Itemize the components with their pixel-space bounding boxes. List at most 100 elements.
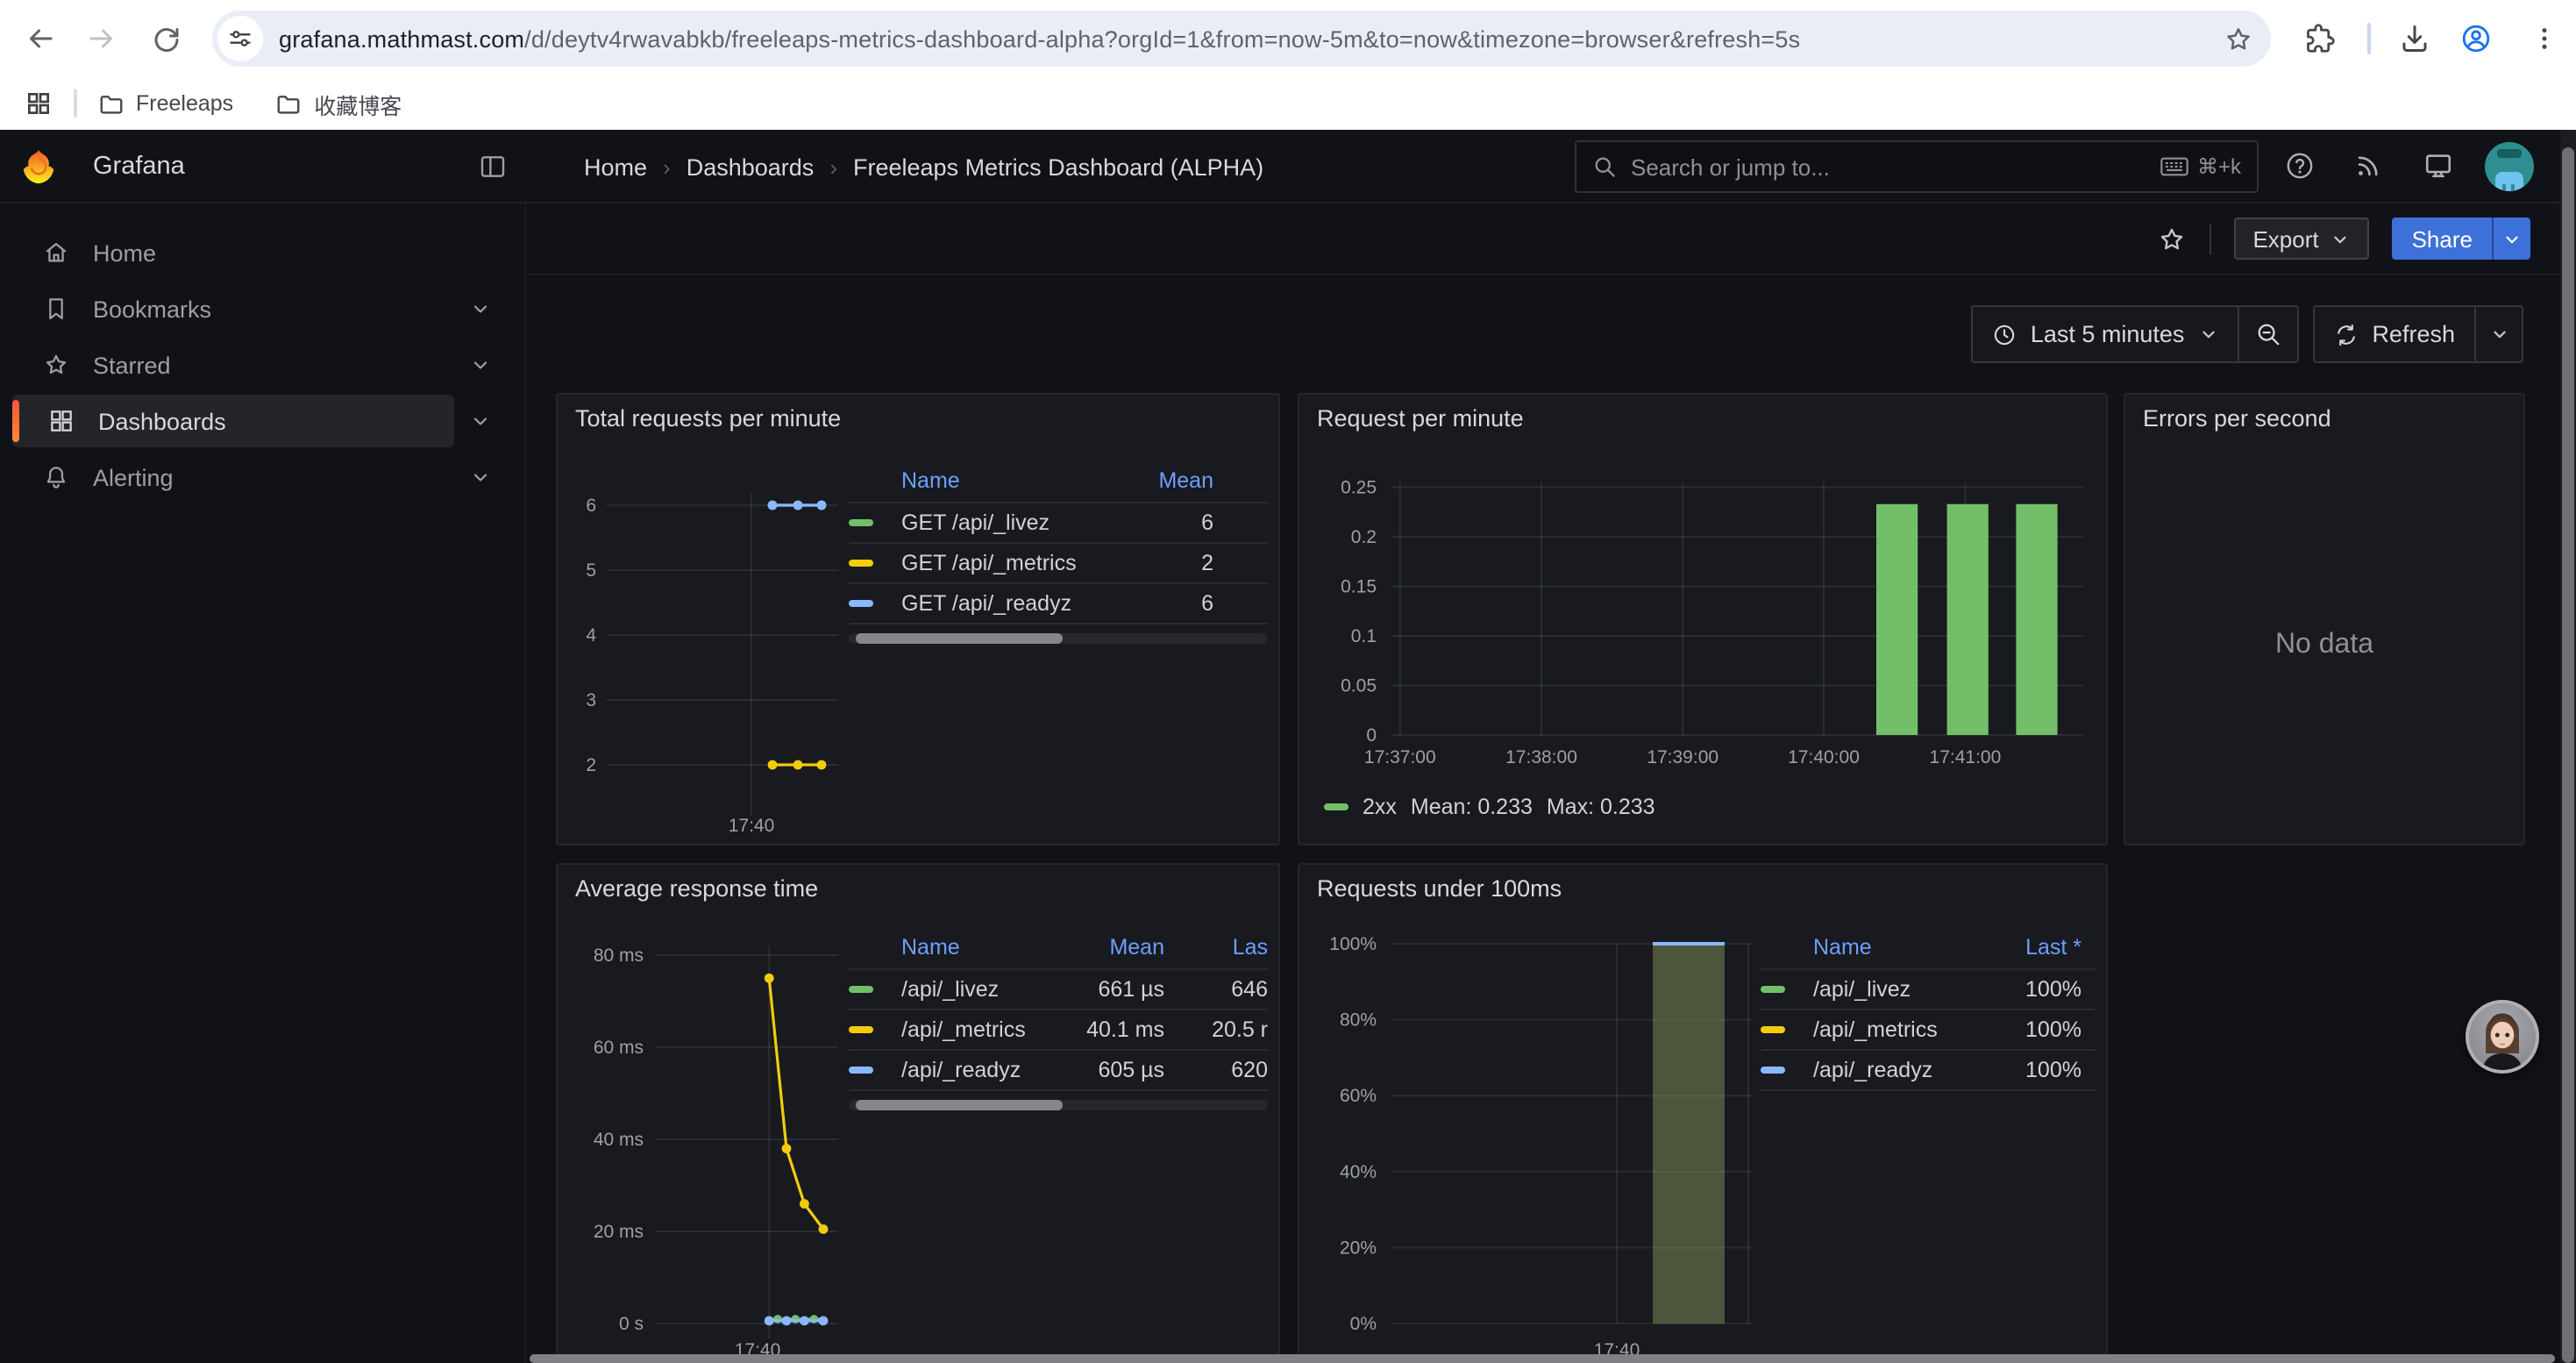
- panel-request-per-minute[interactable]: Request per minute 00.050.10.150.20.2517…: [1298, 393, 2108, 846]
- series-name[interactable]: /api/_metrics: [901, 1017, 1056, 1042]
- panel-title[interactable]: Errors per second: [2143, 405, 2331, 432]
- brand-name[interactable]: Grafana: [93, 153, 185, 181]
- legend-row[interactable]: /api/_metrics 40.1 ms 20.5 r: [849, 1009, 1268, 1049]
- legend-item-2xx[interactable]: 2xx Mean: 0.233 Max: 0.233: [1324, 795, 1655, 819]
- legend-scrollbar[interactable]: [849, 633, 1268, 644]
- vertical-scrollbar[interactable]: [2562, 147, 2574, 1363]
- scrollbar-thumb[interactable]: [856, 1100, 1063, 1110]
- grafana-logo[interactable]: [19, 147, 58, 186]
- apps-grid-icon[interactable]: [25, 89, 53, 118]
- legend-col-name[interactable]: Name: [901, 468, 1108, 493]
- series-name[interactable]: /api/_livez: [1813, 977, 1973, 1002]
- svg-text:5: 5: [586, 560, 596, 581]
- sidebar-item-dashboards[interactable]: Dashboards: [12, 395, 454, 447]
- legend-col-name[interactable]: Name: [901, 935, 1056, 960]
- bookmark-star-icon[interactable]: [2224, 24, 2253, 54]
- legend-scrollbar[interactable]: [849, 1100, 1268, 1110]
- site-settings-icon[interactable]: [217, 16, 263, 61]
- sidebar-item-starred[interactable]: Starred: [12, 339, 454, 391]
- legend-row[interactable]: GET /api/_livez 6: [849, 502, 1268, 542]
- series-name[interactable]: /api/_readyz: [1813, 1058, 1973, 1082]
- panel-requests-under-100ms[interactable]: Requests under 100ms 0%20%40%60%80%100%1…: [1298, 863, 2108, 1363]
- sidebar-item-bookmarks[interactable]: Bookmarks: [12, 282, 454, 335]
- breadcrumb-dashboards[interactable]: Dashboards: [687, 153, 815, 180]
- sidebar-collapse-icon[interactable]: [479, 153, 507, 181]
- legend-row[interactable]: /api/_metrics 100%: [1761, 1009, 2096, 1049]
- series-last: 100%: [1973, 1058, 2081, 1082]
- kiosk-monitor-icon[interactable]: [2423, 151, 2453, 181]
- grafana-header: Grafana Home › Dashboards › Freeleaps Me…: [0, 130, 2576, 203]
- legend-row[interactable]: /api/_readyz 100%: [1761, 1049, 2096, 1089]
- browser-menu-icon[interactable]: [2530, 23, 2558, 54]
- sidebar-item-alerting[interactable]: Alerting: [12, 451, 454, 503]
- favorite-star-icon[interactable]: [2156, 224, 2186, 253]
- refresh-interval-button[interactable]: [2476, 307, 2522, 361]
- time-range-button[interactable]: Last 5 minutes: [1973, 307, 2238, 361]
- chevron-down-icon[interactable]: [470, 467, 491, 488]
- news-rss-icon[interactable]: [2353, 151, 2383, 181]
- legend-col-name[interactable]: Name: [1813, 935, 1973, 960]
- export-button[interactable]: Export: [2233, 218, 2369, 260]
- dashboard-main: Export Share Last 5 minutes: [526, 203, 2576, 1363]
- forward-icon[interactable]: [86, 23, 117, 54]
- search-placeholder: Search or jump to...: [1631, 153, 2160, 180]
- bookmark-folder-freeleaps[interactable]: Freeleaps: [97, 90, 233, 117]
- assistant-avatar[interactable]: [2466, 1000, 2539, 1074]
- extensions-icon[interactable]: [2304, 23, 2336, 54]
- user-avatar[interactable]: [2485, 142, 2534, 191]
- sidebar-item-home[interactable]: Home: [12, 226, 454, 279]
- horizontal-scrollbar[interactable]: [530, 1354, 2555, 1363]
- legend-col-mean[interactable]: Mean: [1108, 468, 1213, 493]
- legend-row[interactable]: /api/_livez 661 µs 646: [849, 968, 1268, 1009]
- sidebar-item-label: Bookmarks: [93, 296, 211, 322]
- help-icon[interactable]: [2285, 151, 2315, 181]
- panel-total-requests-per-minute[interactable]: Total requests per minute 2345617:40 Nam…: [556, 393, 1280, 846]
- svg-text:0.15: 0.15: [1341, 577, 1377, 597]
- legend-col-last[interactable]: Last *: [1973, 935, 2081, 960]
- legend-col-last[interactable]: Las: [1164, 935, 1268, 960]
- chevron-down-icon[interactable]: [470, 354, 491, 375]
- breadcrumb-home[interactable]: Home: [584, 153, 647, 180]
- legend-col-mean[interactable]: Mean: [1056, 935, 1164, 960]
- panel-title[interactable]: Request per minute: [1317, 405, 1524, 432]
- panel-title[interactable]: Total requests per minute: [575, 405, 841, 432]
- downloads-icon[interactable]: [2399, 23, 2430, 54]
- share-button[interactable]: Share: [2393, 218, 2492, 260]
- svg-text:4: 4: [586, 625, 596, 646]
- chevron-down-icon[interactable]: [470, 298, 491, 319]
- panel-title[interactable]: Average response time: [575, 875, 818, 902]
- legend-row[interactable]: /api/_livez 100%: [1761, 968, 2096, 1009]
- series-last: 100%: [1973, 1017, 2081, 1042]
- profile-icon[interactable]: [2460, 23, 2492, 54]
- series-name[interactable]: GET /api/_metrics: [901, 551, 1108, 575]
- svg-text:0.1: 0.1: [1351, 626, 1377, 646]
- chevron-down-icon: [2198, 325, 2217, 344]
- svg-text:17:39:00: 17:39:00: [1647, 747, 1719, 767]
- share-menu-button[interactable]: [2492, 218, 2530, 260]
- series-name[interactable]: /api/_metrics: [1813, 1017, 1973, 1042]
- panel-title[interactable]: Requests under 100ms: [1317, 875, 1562, 902]
- back-icon[interactable]: [25, 23, 56, 54]
- refresh-icon: [2333, 322, 2358, 346]
- bookmark-folder-blogs[interactable]: 收藏博客: [275, 87, 402, 120]
- legend-row[interactable]: GET /api/_readyz 6: [849, 582, 1268, 623]
- refresh-button[interactable]: Refresh: [2314, 307, 2474, 361]
- url-text[interactable]: grafana.mathmast.com/d/deytv4rwavabkb/fr…: [279, 25, 2224, 52]
- panel-errors-per-second[interactable]: Errors per second No data: [2124, 393, 2525, 846]
- reload-icon[interactable]: [151, 23, 182, 54]
- legend-row[interactable]: GET /api/_metrics 2: [849, 542, 1268, 582]
- panel-average-response-time[interactable]: Average response time 0 s20 ms40 ms60 ms…: [556, 863, 1280, 1363]
- series-name[interactable]: GET /api/_readyz: [901, 591, 1108, 616]
- series-name[interactable]: /api/_livez: [901, 977, 1056, 1002]
- series-name[interactable]: /api/_readyz: [901, 1058, 1056, 1082]
- legend-row[interactable]: /api/_readyz 605 µs 620: [849, 1049, 1268, 1089]
- chevron-down-icon[interactable]: [470, 410, 491, 432]
- url-bar[interactable]: grafana.mathmast.com/d/deytv4rwavabkb/fr…: [212, 11, 2271, 67]
- series-swatch: [849, 519, 873, 526]
- search-input[interactable]: Search or jump to... ⌘+k: [1575, 140, 2259, 193]
- series-name[interactable]: GET /api/_livez: [901, 510, 1108, 535]
- series-name[interactable]: 2xx: [1363, 795, 1397, 819]
- zoom-out-button[interactable]: [2238, 307, 2296, 361]
- scrollbar-thumb[interactable]: [856, 633, 1063, 644]
- series-swatch: [849, 1026, 873, 1033]
